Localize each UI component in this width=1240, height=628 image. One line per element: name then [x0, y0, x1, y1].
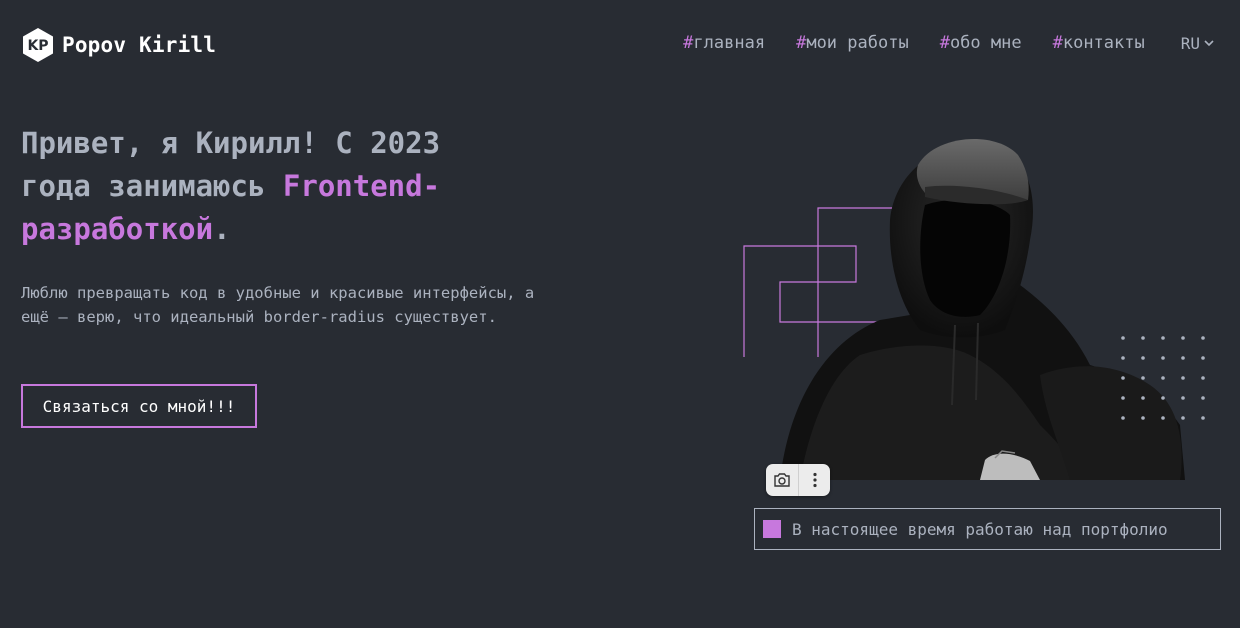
dot [1181, 376, 1185, 380]
dot [1141, 336, 1145, 340]
nav-item-contacts[interactable]: #контакты [1053, 33, 1145, 53]
nav-item-home[interactable]: #главная [683, 33, 765, 53]
dot [1161, 396, 1165, 400]
dot [1121, 356, 1125, 360]
dot [1121, 376, 1125, 380]
dot [1181, 336, 1185, 340]
dot [1201, 396, 1205, 400]
language-label: RU [1180, 33, 1200, 53]
dot [1161, 356, 1165, 360]
nav-item-works[interactable]: #мои работы [796, 33, 909, 53]
dot [1201, 336, 1205, 340]
dot [1141, 356, 1145, 360]
dot [1161, 336, 1165, 340]
logo-name: Popov Kirill [62, 33, 217, 57]
dot [1181, 396, 1185, 400]
chevron-down-icon [1204, 39, 1214, 46]
status-box: В настоящее время работаю над портфолио [754, 508, 1221, 550]
more-options-icon[interactable] [798, 464, 830, 496]
main-nav: #главная #мои работы #обо мне #контакты … [683, 33, 1214, 53]
language-switcher[interactable]: RU [1181, 34, 1214, 53]
dot [1121, 396, 1125, 400]
dot [1201, 356, 1205, 360]
contact-me-button[interactable]: Связаться со мной!!! [21, 384, 257, 428]
logo[interactable]: KP Popov Kirill [21, 27, 216, 63]
dot [1181, 356, 1185, 360]
dot [1121, 336, 1125, 340]
dot [1161, 416, 1165, 420]
dot [1201, 416, 1205, 420]
dot [1201, 376, 1205, 380]
hero-title: Привет, я Кирилл! С 2023 года занимаюсь … [21, 122, 521, 251]
dot [1141, 376, 1145, 380]
dot [1181, 416, 1185, 420]
hero-description: Люблю превращать код в удобные и красивы… [21, 284, 535, 326]
camera-icon[interactable] [766, 464, 798, 496]
status-indicator [763, 520, 781, 538]
dot [1121, 416, 1125, 420]
image-toolbar [766, 464, 830, 496]
hero-title-end: . [213, 212, 231, 246]
logo-hexagon-icon: KP [23, 28, 53, 62]
nav-item-about[interactable]: #обо мне [940, 33, 1022, 53]
dot [1141, 416, 1145, 420]
logo-initials: KP [27, 38, 48, 54]
status-text: В настоящее время работаю над портфолио [792, 519, 1168, 539]
dot [1141, 396, 1145, 400]
dot [1161, 376, 1165, 380]
